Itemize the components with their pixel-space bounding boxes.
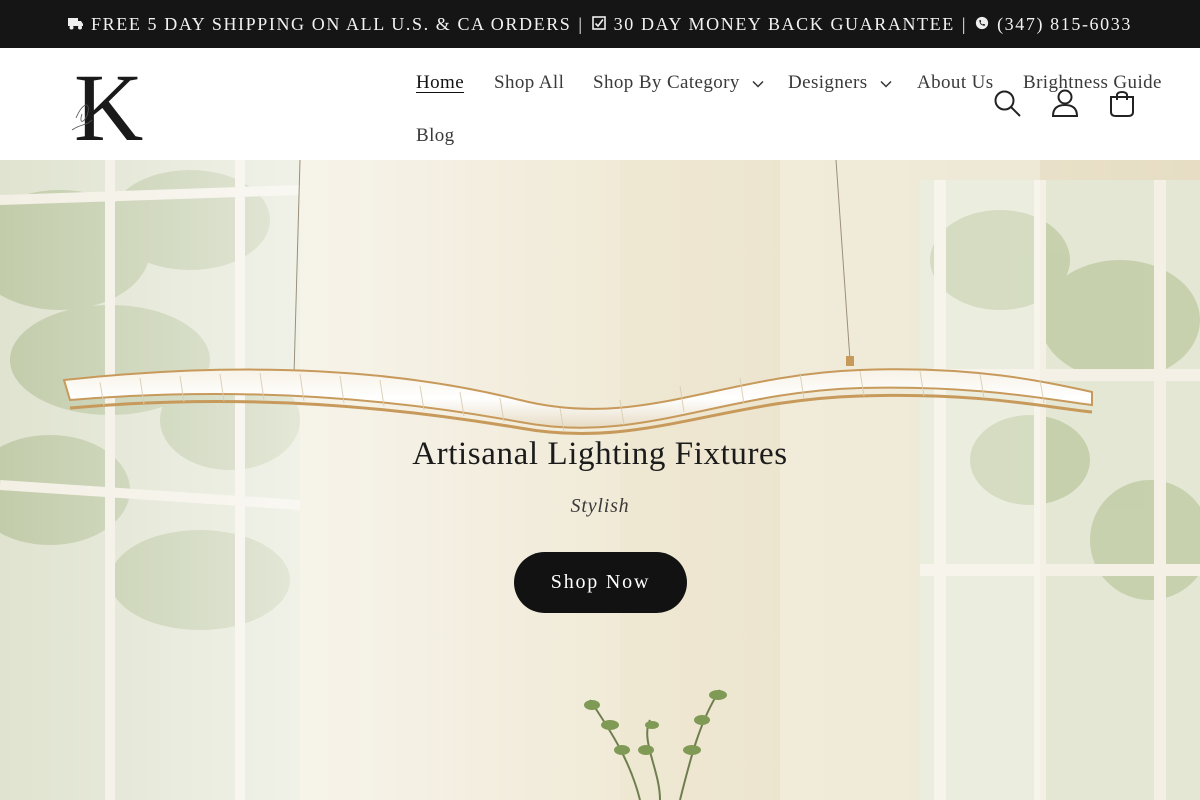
- site-header: K Home Shop All Shop By Category Designe…: [0, 48, 1200, 161]
- brand-logo[interactable]: K: [70, 60, 144, 146]
- hero-banner: Artisanal Lighting Fixtures Stylish Shop…: [0, 160, 1200, 800]
- nav-blog[interactable]: Blog: [416, 125, 455, 147]
- nav-shop-all[interactable]: Shop All: [494, 72, 564, 94]
- cart-icon[interactable]: [1107, 88, 1137, 118]
- separator: |: [578, 13, 584, 34]
- shop-now-button[interactable]: Shop Now: [514, 552, 687, 613]
- account-icon[interactable]: [1050, 88, 1080, 118]
- nav-about-us[interactable]: About Us: [917, 72, 994, 94]
- shipping-text: FREE 5 DAY SHIPPING ON ALL U.S. & CA ORD…: [91, 13, 572, 34]
- nav-brightness-guide[interactable]: Brightness Guide: [1023, 72, 1162, 94]
- phone-text[interactable]: (347) 815-6033: [997, 14, 1132, 35]
- hero-title: Artisanal Lighting Fixtures: [412, 436, 788, 472]
- announcement-bar: FREE 5 DAY SHIPPING ON ALL U.S. & CA ORD…: [0, 0, 1200, 48]
- nav-shop-by-category[interactable]: Shop By Category: [593, 72, 764, 94]
- nav-designers-label: Designers: [788, 72, 868, 93]
- chevron-down-icon: [880, 80, 892, 88]
- checkbox-icon: [591, 16, 606, 30]
- chevron-down-icon: [752, 80, 764, 88]
- logo-letter: K: [74, 60, 143, 146]
- truck-icon: [68, 18, 84, 30]
- nav-home[interactable]: Home: [416, 72, 464, 94]
- hero-subtitle: Stylish: [570, 495, 630, 517]
- separator: |: [961, 13, 968, 34]
- nav-designers[interactable]: Designers: [788, 72, 892, 94]
- hero-background-image: [0, 160, 1200, 800]
- phone-icon: [975, 16, 989, 30]
- nav-shop-by-category-label: Shop By Category: [593, 72, 740, 93]
- guarantee-text: 30 DAY MONEY BACK GUARANTEE: [613, 13, 955, 34]
- search-icon[interactable]: [992, 88, 1022, 118]
